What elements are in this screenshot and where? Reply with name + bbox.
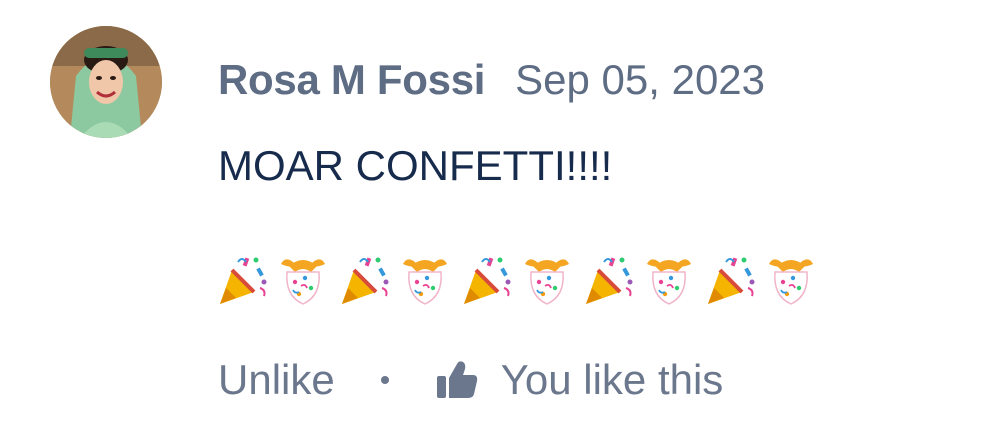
avatar[interactable] — [50, 26, 162, 138]
party-popper-icon — [586, 257, 633, 304]
comment-body: MOAR CONFETTI!!!! — [218, 142, 613, 189]
confetti-ball-icon — [647, 259, 691, 305]
comment-header: Rosa M Fossi Sep 05, 2023 — [218, 56, 765, 112]
emoji-row — [214, 252, 824, 308]
like-status: You like this — [500, 356, 724, 403]
party-popper-icon — [464, 257, 511, 304]
comment-actions: Unlike You like this — [218, 350, 723, 410]
confetti-ball-icon — [525, 259, 569, 305]
confetti-ball-icon — [403, 259, 447, 305]
comment-date[interactable]: Sep 05, 2023 — [515, 56, 765, 104]
confetti-ball-icon — [769, 259, 813, 305]
party-popper-icon — [220, 257, 267, 304]
separator-dot — [380, 376, 389, 384]
party-popper-icon — [342, 257, 389, 304]
avatar-image — [50, 26, 162, 138]
confetti-ball-icon — [281, 259, 325, 305]
thumbs-up-icon — [436, 361, 477, 398]
author-name[interactable]: Rosa M Fossi — [218, 56, 485, 104]
comment-item: Rosa M Fossi Sep 05, 2023 MOAR CONFETTI!… — [0, 0, 999, 434]
party-popper-icon — [708, 257, 755, 304]
unlike-button[interactable]: Unlike — [218, 356, 335, 404]
